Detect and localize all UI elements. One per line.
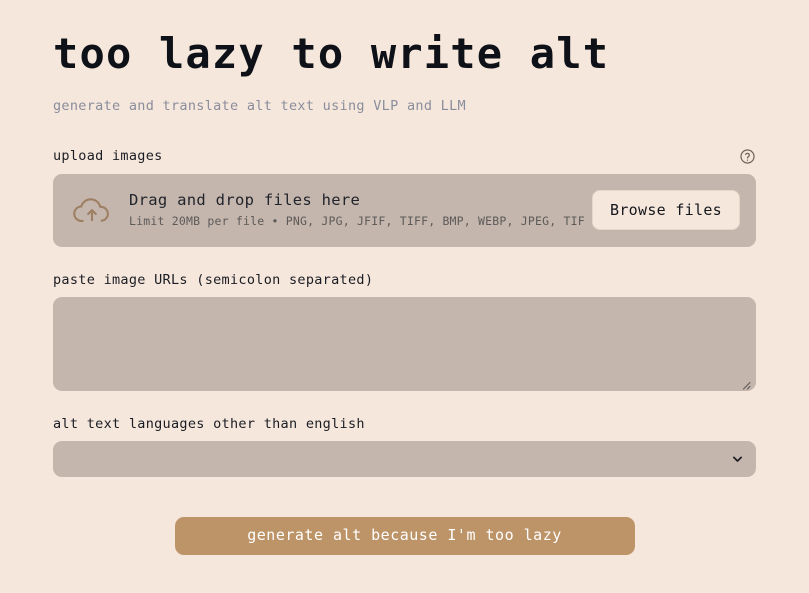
page-title: too lazy to write alt xyxy=(53,29,610,78)
cloud-upload-icon xyxy=(71,189,129,231)
image-urls-area xyxy=(53,296,756,391)
question-circle-icon[interactable] xyxy=(739,148,756,165)
page-subtitle: generate and translate alt text using VL… xyxy=(53,97,466,114)
dropzone-hint: Limit 20MB per file • PNG, JPG, JFIF, TI… xyxy=(129,213,585,228)
dropzone-title: Drag and drop files here xyxy=(129,190,361,209)
upload-label-row: upload images xyxy=(53,148,756,165)
dropzone-text: Drag and drop files here Limit 20MB per … xyxy=(129,190,592,230)
image-urls-section: paste image URLs (semicolon separated) xyxy=(53,247,756,391)
generate-alt-button[interactable]: generate alt because I'm too lazy xyxy=(174,516,635,555)
submit-row: generate alt because I'm too lazy xyxy=(53,477,756,555)
languages-label: alt text languages other than english xyxy=(53,415,365,432)
file-dropzone[interactable]: Drag and drop files here Limit 20MB per … xyxy=(53,173,756,247)
image-urls-label: paste image URLs (semicolon separated) xyxy=(53,271,374,288)
languages-select[interactable] xyxy=(53,440,756,477)
languages-section: alt text languages other than english xyxy=(53,391,756,477)
app-page: too lazy to write alt generate and trans… xyxy=(0,0,809,593)
upload-images-label: upload images xyxy=(53,148,163,165)
image-urls-input[interactable] xyxy=(53,296,756,391)
browse-files-button[interactable]: Browse files xyxy=(592,190,740,231)
upload-images-section: upload images Drag and drop files here L… xyxy=(53,114,756,247)
